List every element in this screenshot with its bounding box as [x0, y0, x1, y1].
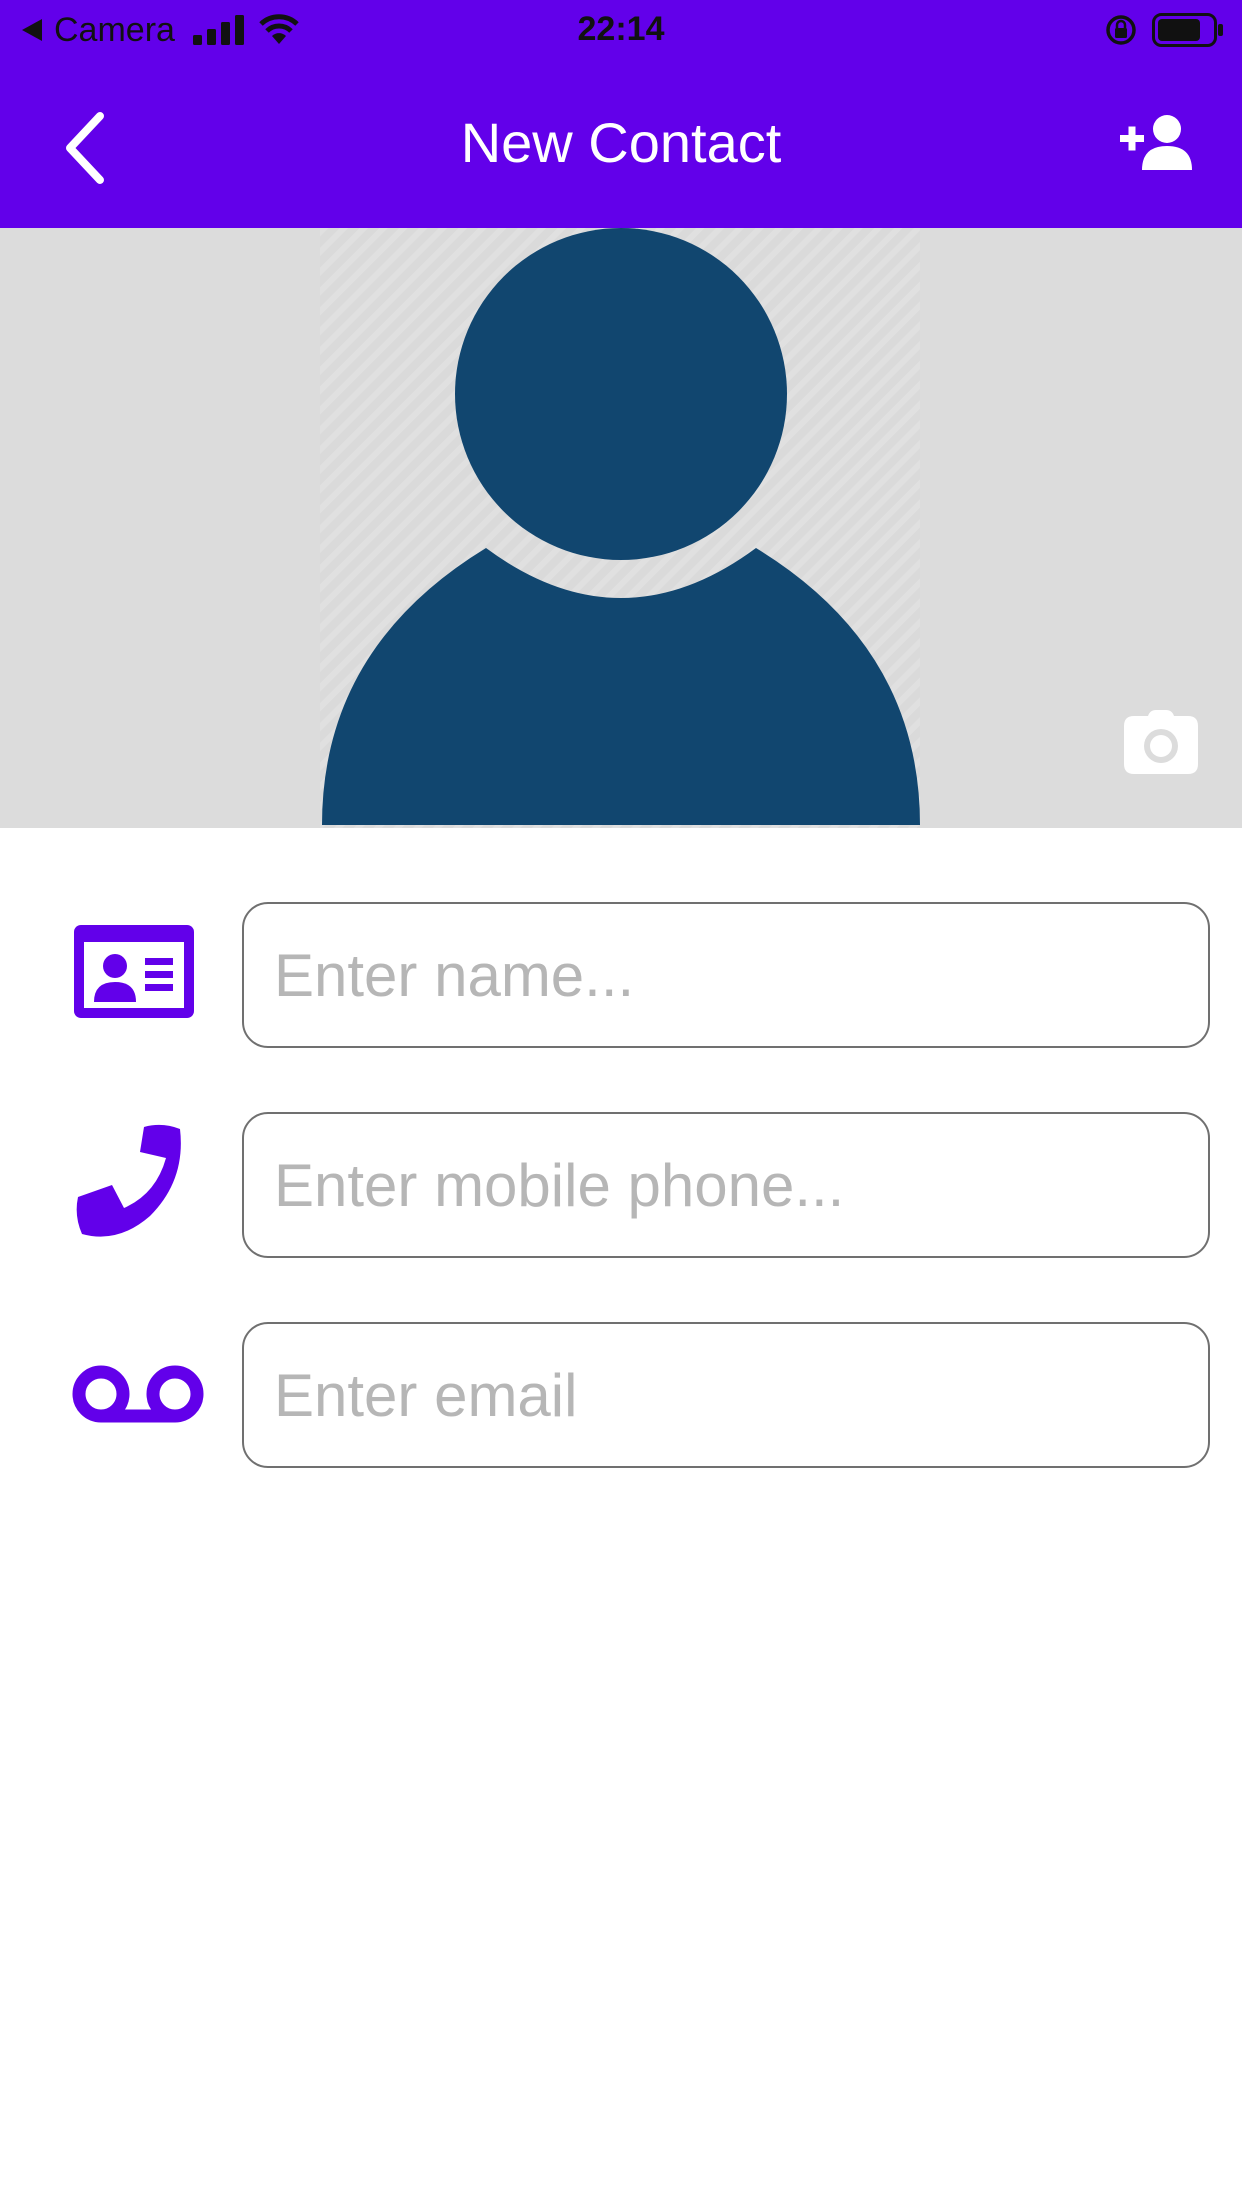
email-input[interactable] [242, 1322, 1210, 1468]
status-time: 22:14 [577, 10, 665, 48]
nav-bar: New Contact [0, 60, 1242, 228]
add-user-icon [1120, 115, 1192, 170]
status-bar: Camera 22:14 [0, 0, 1242, 60]
mobile-phone-input[interactable] [242, 1112, 1210, 1258]
phone-field-row [0, 1112, 1242, 1262]
battery-icon [1152, 13, 1223, 47]
field-icon-wrap [72, 1322, 212, 1472]
person-silhouette-icon [320, 228, 920, 828]
add-user-button[interactable] [1120, 112, 1196, 172]
orientation-lock-icon [1106, 15, 1136, 45]
voicemail-icon [72, 1365, 204, 1423]
field-icon-wrap [72, 902, 212, 1052]
contact-photo[interactable] [0, 228, 1242, 828]
name-input[interactable] [242, 902, 1210, 1048]
status-right [1104, 12, 1224, 48]
name-field-row [0, 902, 1242, 1052]
camera-button[interactable] [1124, 710, 1198, 774]
id-card-icon [74, 925, 194, 1018]
field-icon-wrap [72, 1112, 212, 1262]
phone-icon [76, 1124, 181, 1237]
camera-icon [1124, 710, 1198, 774]
email-field-row [0, 1322, 1242, 1472]
page-title: New Contact [460, 111, 782, 174]
